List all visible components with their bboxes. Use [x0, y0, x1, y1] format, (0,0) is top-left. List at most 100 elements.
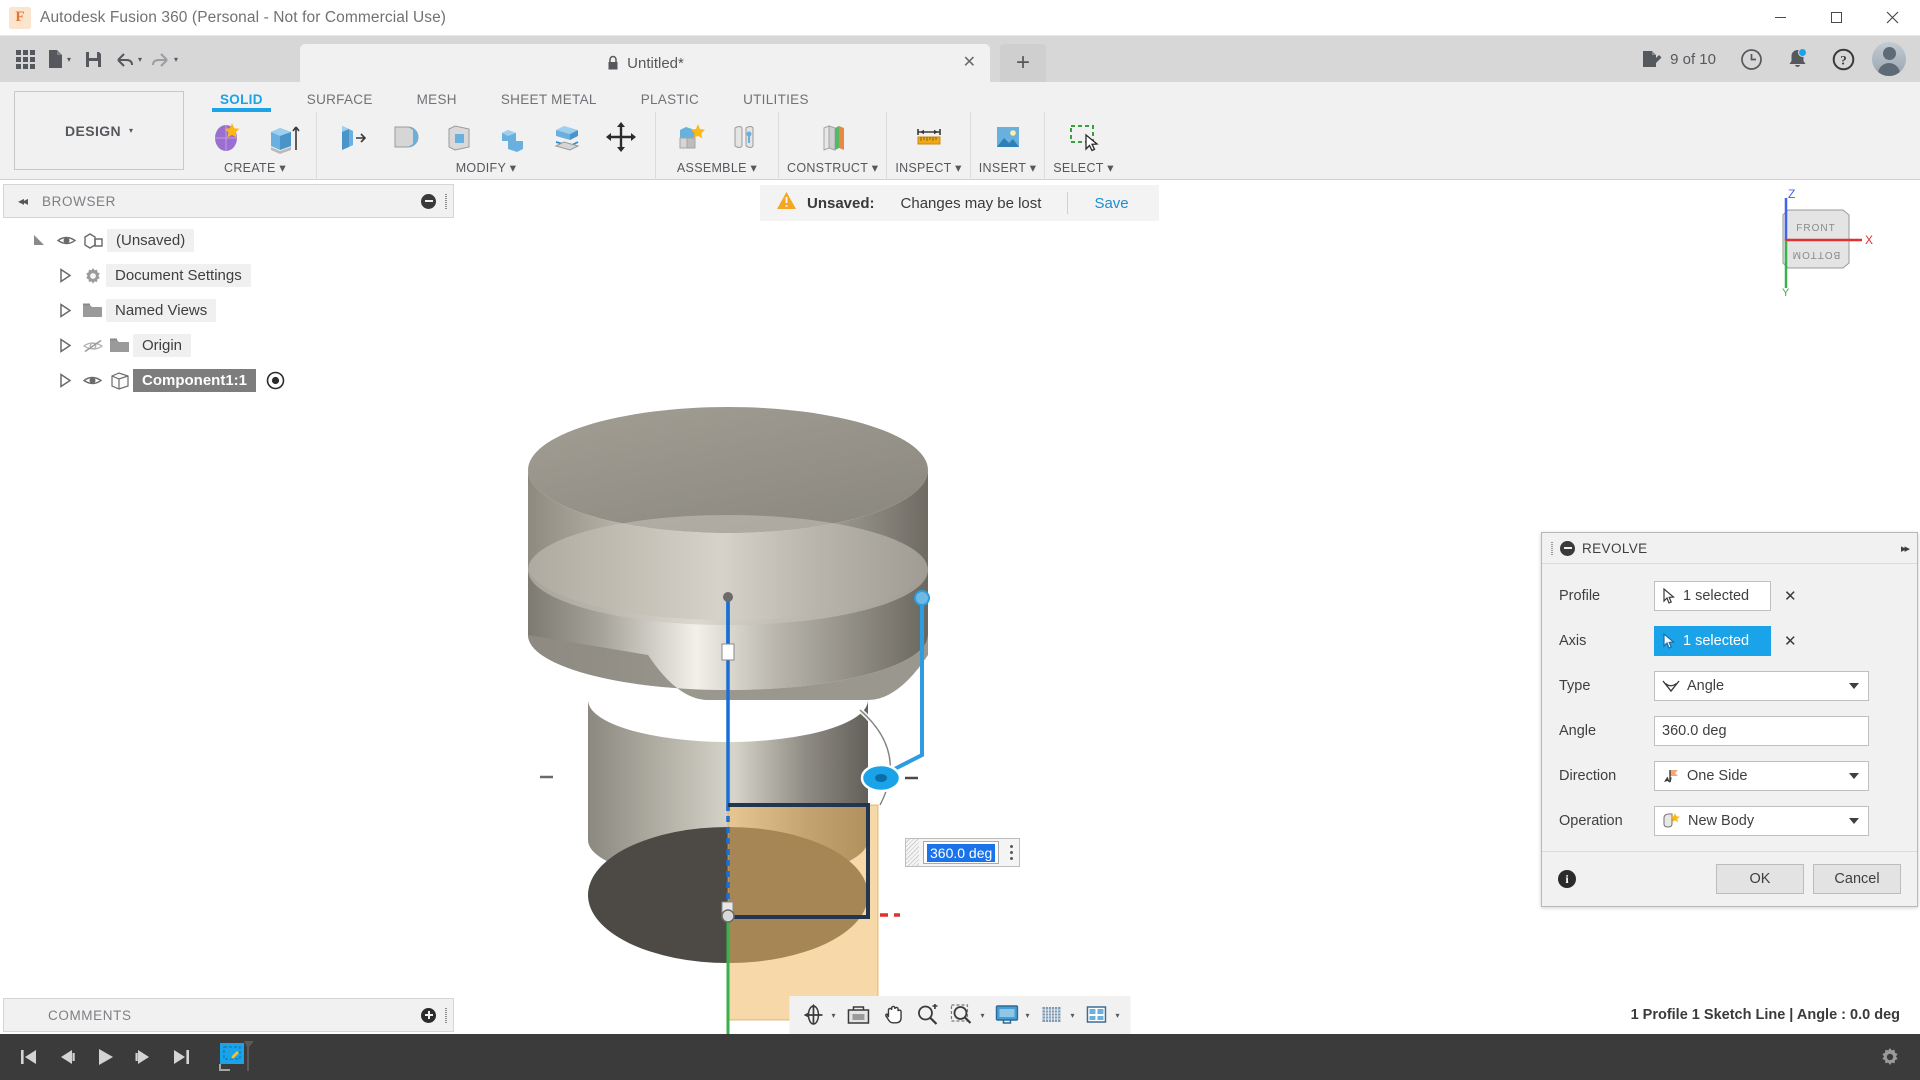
viewports-icon[interactable]: ▾ [1080, 998, 1125, 1032]
close-button[interactable] [1864, 0, 1920, 35]
tab-plastic[interactable]: PLASTIC [619, 92, 721, 112]
timeline-settings-gear-icon[interactable] [1870, 1037, 1910, 1077]
data-count-button[interactable]: 9 of 10 [1631, 42, 1726, 76]
display-settings-icon[interactable]: ▾ [989, 998, 1034, 1032]
tree-item-unsaved[interactable]: (Unsaved) [0, 223, 457, 258]
visibility-eye-icon[interactable] [53, 234, 80, 247]
panel-grip[interactable] [445, 1007, 447, 1023]
angle-field[interactable]: 360.0 deg [923, 841, 1000, 864]
profile-select-button[interactable]: 1 selected [1654, 580, 1771, 611]
expander-right-icon[interactable] [52, 373, 79, 388]
zoom-icon[interactable] [910, 998, 944, 1032]
ribbon-group-create-label[interactable]: CREATE [224, 161, 276, 175]
jump-to-end-icon[interactable] [162, 1037, 200, 1077]
tree-item-named-views[interactable]: Named Views [0, 293, 457, 328]
clear-axis-icon[interactable]: ✕ [1784, 632, 1797, 650]
save-icon[interactable] [76, 42, 110, 76]
activate-component-radio[interactable] [262, 371, 289, 390]
tree-item-origin[interactable]: Origin [0, 328, 457, 363]
info-icon[interactable]: i [1558, 870, 1576, 888]
tab-solid[interactable]: SOLID [198, 92, 285, 112]
measure-icon[interactable] [903, 114, 955, 160]
plus-circle-icon[interactable] [421, 1007, 436, 1023]
offset-face-icon[interactable] [541, 114, 593, 160]
expand-forward-icon[interactable]: ▸▸ [1901, 542, 1910, 555]
close-icon[interactable]: ✕ [963, 55, 976, 71]
step-back-icon[interactable] [48, 1037, 86, 1077]
direction-dropdown[interactable]: One Side [1654, 760, 1869, 791]
jump-to-beginning-icon[interactable] [10, 1037, 48, 1077]
new-file-icon[interactable]: ▾ [42, 42, 76, 76]
type-dropdown[interactable]: Angle [1654, 670, 1869, 701]
shell-icon[interactable] [433, 114, 485, 160]
tab-surface[interactable]: SURFACE [285, 92, 395, 112]
clock-icon[interactable] [1730, 39, 1772, 79]
expander-right-icon[interactable] [52, 338, 79, 353]
ok-button[interactable]: OK [1716, 864, 1804, 894]
dialog-drag-grip[interactable] [1551, 541, 1553, 555]
ribbon-group-select-label[interactable]: SELECT [1053, 161, 1103, 175]
orbit-icon[interactable]: ▾ [795, 998, 840, 1032]
clear-profile-icon[interactable]: ✕ [1784, 587, 1797, 605]
look-at-icon[interactable] [840, 998, 876, 1032]
new-component-icon[interactable] [664, 114, 716, 160]
insert-image-icon[interactable] [982, 114, 1034, 160]
undo-icon[interactable]: ▾ [110, 42, 146, 76]
maximize-button[interactable] [1808, 0, 1864, 35]
axis-select-button[interactable]: 1 selected [1654, 625, 1771, 656]
tab-sheet-metal[interactable]: SHEET METAL [479, 92, 619, 112]
tab-utilities[interactable]: UTILITIES [721, 92, 831, 112]
new-tab-button[interactable]: + [1000, 44, 1046, 82]
select-window-icon[interactable] [1058, 114, 1110, 160]
minus-circle-icon[interactable] [421, 193, 436, 209]
ribbon-group-insert-label[interactable]: INSERT [979, 161, 1026, 175]
zoom-window-icon[interactable]: ▾ [944, 998, 989, 1032]
step-forward-icon[interactable] [124, 1037, 162, 1077]
minimize-button[interactable] [1752, 0, 1808, 35]
expander-right-icon[interactable] [52, 303, 79, 318]
avatar[interactable] [1868, 39, 1910, 79]
minus-circle-icon[interactable] [1560, 540, 1575, 556]
combine-icon[interactable] [487, 114, 539, 160]
grid-snaps-icon[interactable]: ▾ [1035, 998, 1080, 1032]
document-tab[interactable]: Untitled* ✕ [300, 44, 990, 82]
cancel-button[interactable]: Cancel [1813, 864, 1901, 894]
workspace-selector[interactable]: DESIGN ▾ [14, 91, 184, 170]
canvas-angle-input[interactable]: 360.0 deg [905, 838, 1021, 867]
joint-icon[interactable] [718, 114, 770, 160]
ribbon-group-assemble-label[interactable]: ASSEMBLE [677, 161, 747, 175]
save-link[interactable]: Save [1094, 195, 1128, 212]
extrude-icon[interactable] [256, 114, 308, 160]
input-drag-grip[interactable] [906, 839, 919, 866]
ribbon-group-construct-label[interactable]: CONSTRUCT [787, 161, 868, 175]
ribbon-group-inspect-label[interactable]: INSPECT [895, 161, 951, 175]
expander-right-icon[interactable] [52, 268, 79, 283]
collapse-left-icon[interactable]: ◂◂ [18, 194, 28, 208]
revolve-dialog-header[interactable]: REVOLVE ▸▸ [1542, 533, 1917, 564]
press-pull-icon[interactable] [325, 114, 377, 160]
fillet-icon[interactable] [379, 114, 431, 160]
play-icon[interactable] [86, 1037, 124, 1077]
ribbon-group-modify-label[interactable]: MODIFY [456, 161, 506, 175]
tab-mesh[interactable]: MESH [395, 92, 479, 112]
offset-plane-icon[interactable] [807, 114, 859, 160]
create-sketch-icon[interactable] [202, 114, 254, 160]
timeline-feature-sketch[interactable] [214, 1037, 260, 1077]
more-options-icon[interactable] [1003, 845, 1019, 860]
panel-grip[interactable] [445, 193, 447, 209]
move-copy-icon[interactable] [595, 114, 647, 160]
help-icon[interactable]: ? [1822, 39, 1864, 79]
visibility-eye-icon[interactable] [79, 374, 106, 387]
angle-input[interactable]: 360.0 deg [1654, 715, 1869, 746]
operation-dropdown[interactable]: New Body [1654, 805, 1869, 836]
comments-panel[interactable]: COMMENTS [3, 998, 454, 1032]
view-cube[interactable]: FRONT BOTTOM Z Y X [1758, 187, 1878, 299]
bell-icon[interactable] [1776, 39, 1818, 79]
app-grid-icon[interactable] [8, 42, 42, 76]
tree-item-component1[interactable]: Component1:1 [0, 363, 457, 398]
tree-item-document-settings[interactable]: Document Settings [0, 258, 457, 293]
expander-down-icon[interactable] [26, 233, 53, 248]
pan-hand-icon[interactable] [876, 998, 910, 1032]
redo-icon[interactable]: ▾ [146, 42, 182, 76]
visibility-eye-off-icon[interactable] [79, 339, 106, 353]
